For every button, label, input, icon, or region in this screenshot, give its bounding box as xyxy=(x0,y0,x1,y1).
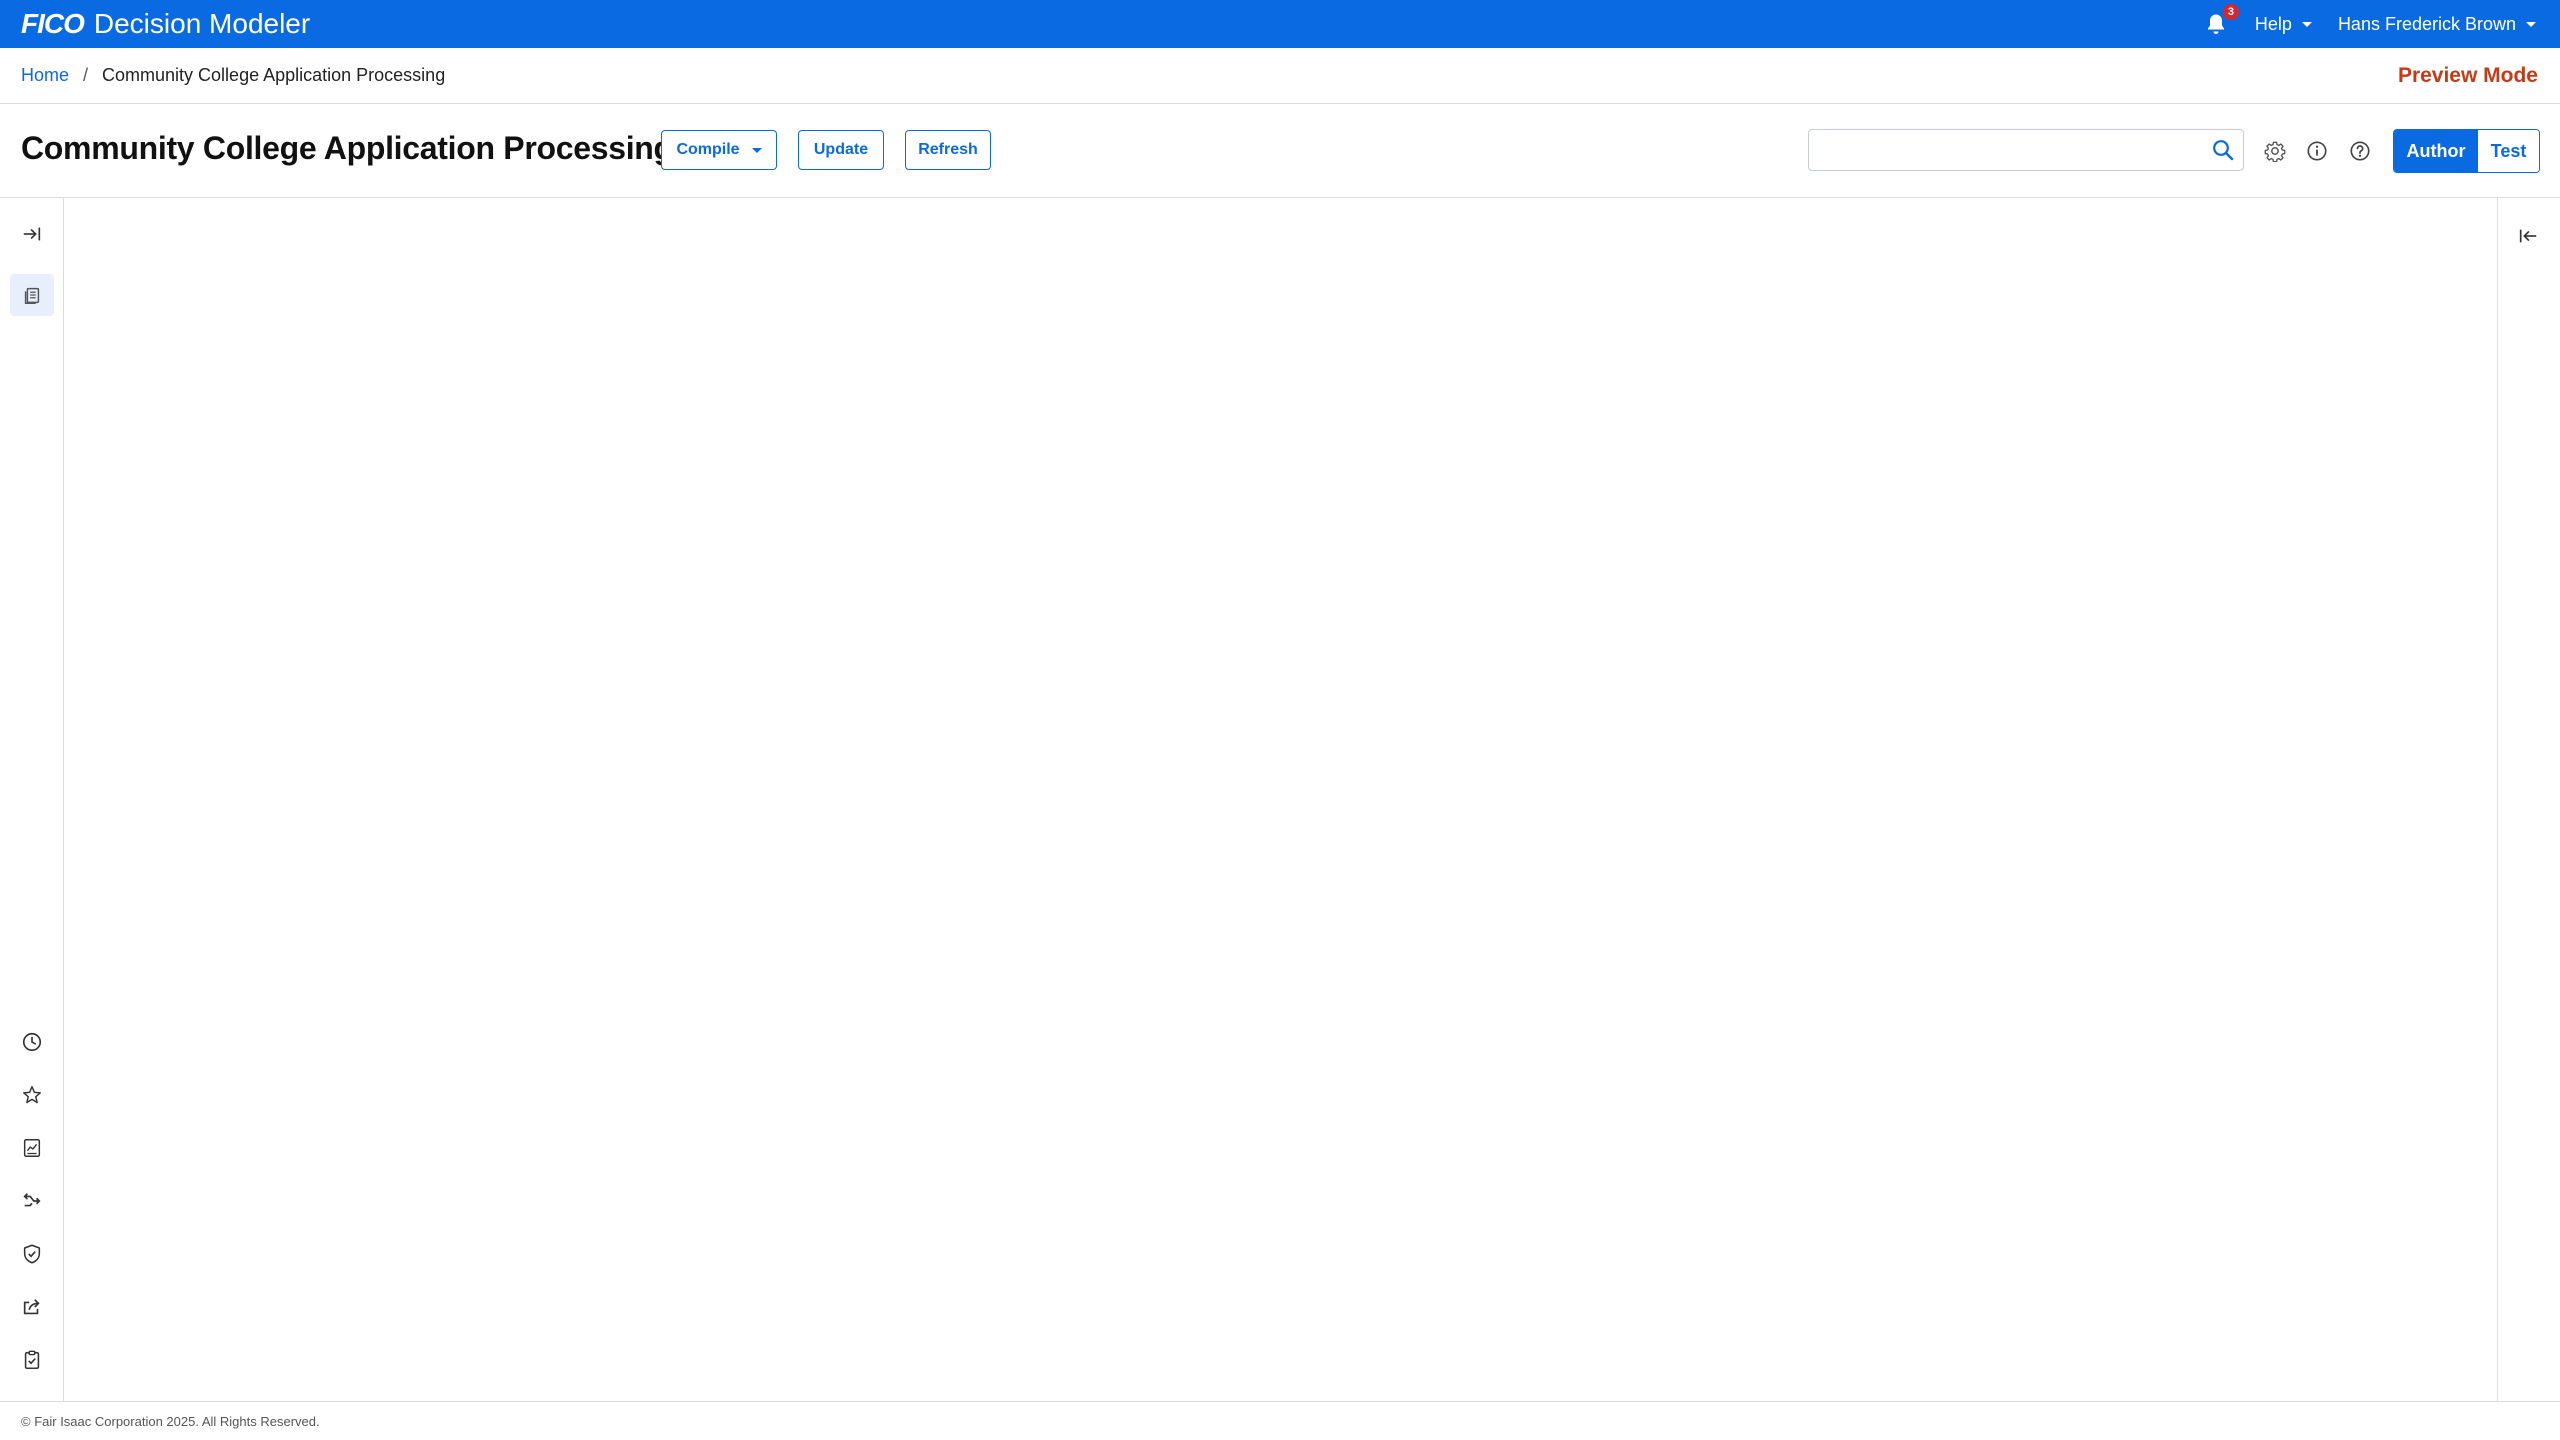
refresh-button[interactable]: Refresh xyxy=(905,130,991,170)
breadcrumb-home-link[interactable]: Home xyxy=(21,65,69,86)
app-name: Decision Modeler xyxy=(93,8,311,39)
search-icon[interactable] xyxy=(2203,130,2243,170)
compile-button[interactable]: Compile xyxy=(661,130,777,170)
clipboard-check-icon[interactable] xyxy=(14,1342,50,1378)
breadcrumb-bar: Home / Community College Application Pro… xyxy=(0,48,2560,104)
help-menu-label: Help xyxy=(2254,13,2292,34)
shield-check-icon[interactable] xyxy=(14,1236,50,1272)
test-tab[interactable]: Test xyxy=(2478,130,2539,172)
search-input[interactable] xyxy=(1809,130,2203,170)
help-menu[interactable]: Help xyxy=(2255,14,2312,35)
search-box xyxy=(1808,129,2244,171)
right-sidebar xyxy=(2497,198,2560,1401)
page-footer: © Fair Isaac Corporation 2025. All Right… xyxy=(0,1401,2560,1440)
user-menu[interactable]: Hans Frederick Brown xyxy=(2338,14,2536,35)
chevron-down-icon xyxy=(751,147,762,153)
author-tab[interactable]: Author xyxy=(2394,130,2478,172)
documents-icon[interactable] xyxy=(10,274,54,316)
bell-icon xyxy=(2206,13,2226,35)
share-icon[interactable] xyxy=(14,1289,50,1325)
left-sidebar xyxy=(0,198,64,1401)
help-question-icon[interactable] xyxy=(2347,138,2373,164)
settings-gear-icon[interactable] xyxy=(2262,138,2288,164)
favorites-star-icon[interactable] xyxy=(14,1077,50,1113)
app-brand[interactable]: FICO Decision Modeler xyxy=(21,0,310,48)
info-icon[interactable] xyxy=(2304,138,2330,164)
main-canvas[interactable] xyxy=(64,198,2497,1401)
fico-logo: FICO xyxy=(21,8,85,39)
app-header: FICO Decision Modeler 3 Help Hans Freder… xyxy=(0,0,2560,48)
notifications-button[interactable]: 3 xyxy=(2203,4,2239,37)
chevron-down-icon xyxy=(2526,21,2536,27)
user-name: Hans Frederick Brown xyxy=(2337,13,2516,34)
breadcrumb-separator: / xyxy=(83,65,89,85)
compile-button-label: Compile xyxy=(676,141,740,158)
collapse-panel-icon[interactable] xyxy=(2510,218,2546,254)
update-button[interactable]: Update xyxy=(798,130,884,170)
merge-icon[interactable] xyxy=(14,1183,50,1219)
copyright-text: © Fair Isaac Corporation 2025. All Right… xyxy=(21,1413,320,1429)
chevron-down-icon xyxy=(2301,21,2312,27)
header-actions: 3 Help Hans Frederick Brown xyxy=(2203,0,2536,48)
author-test-toggle: Author Test xyxy=(2393,129,2540,173)
preview-mode-label: Preview Mode xyxy=(2397,63,2538,87)
expand-panel-icon[interactable] xyxy=(14,216,50,252)
page-title: Community College Application Processing xyxy=(21,130,673,166)
breadcrumb-current: Community College Application Processing xyxy=(102,65,446,85)
page-toolbar: Community College Application Processing… xyxy=(0,104,2560,198)
breadcrumb: Home / Community College Application Pro… xyxy=(21,65,445,86)
notifications-count-badge: 3 xyxy=(2222,4,2239,20)
history-icon[interactable] xyxy=(14,1024,50,1060)
reports-icon[interactable] xyxy=(14,1130,50,1166)
